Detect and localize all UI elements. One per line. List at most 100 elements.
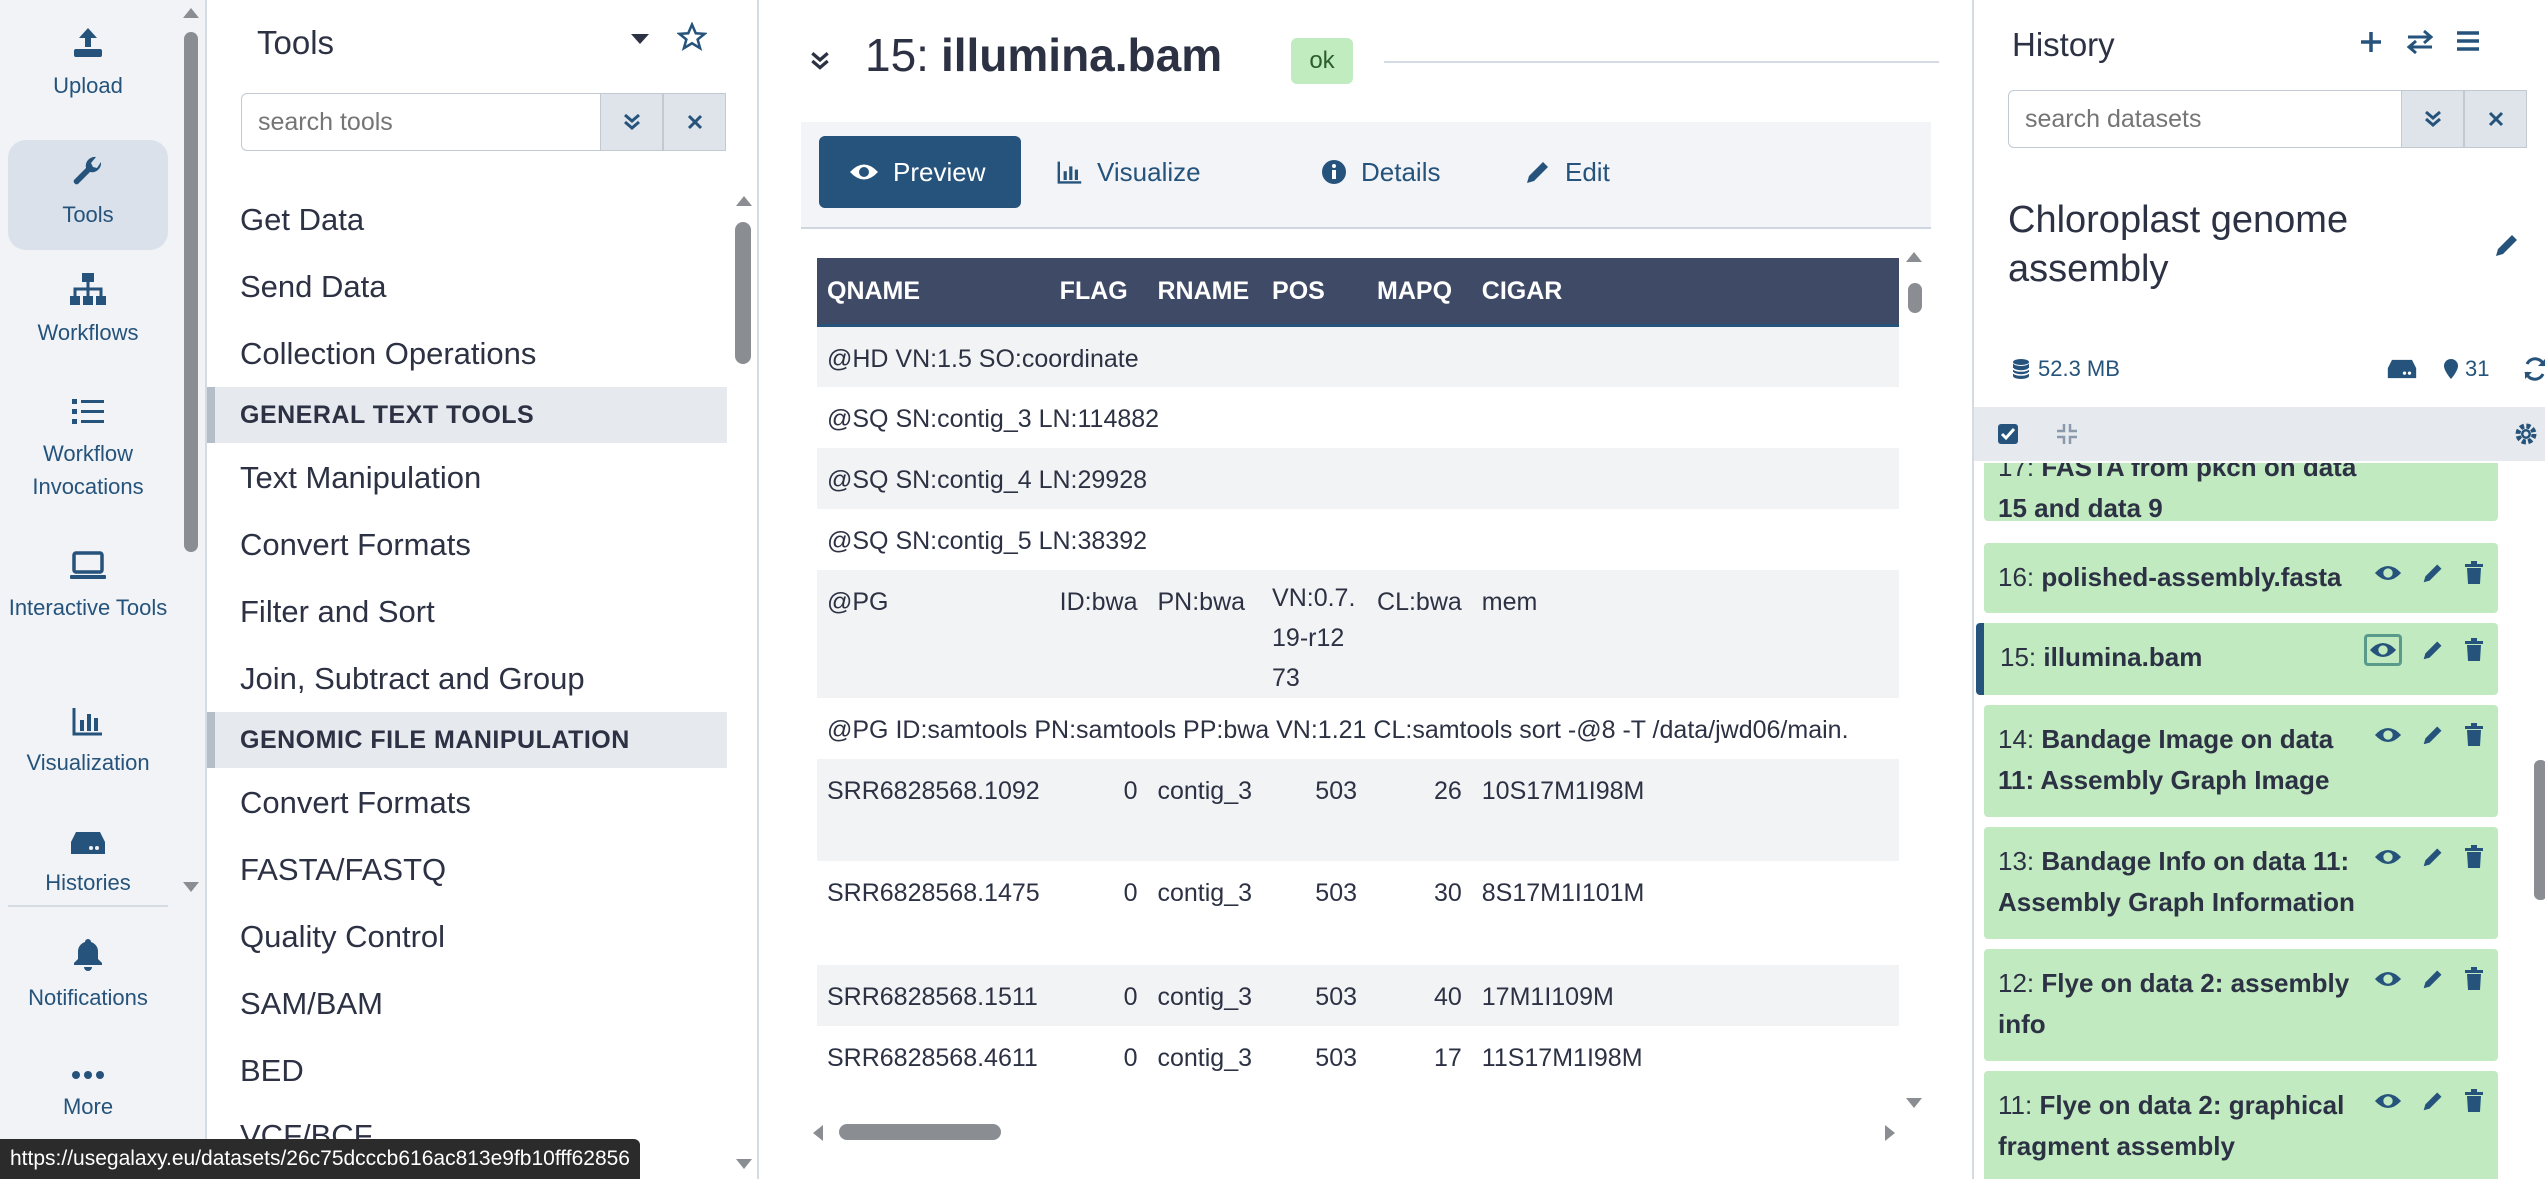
tool-scrollbar-thumb[interactable] [735, 222, 751, 364]
activity-label: Workflows [37, 320, 139, 345]
collapse-icon[interactable] [809, 50, 831, 72]
table-scroll-right-arrow[interactable] [1883, 1124, 1897, 1142]
history-search-input[interactable] [2008, 90, 2402, 148]
table-cell: 503 [1262, 1025, 1368, 1087]
hdd-icon[interactable] [2387, 358, 2417, 380]
star-icon[interactable] [677, 22, 707, 52]
history-dataset-item[interactable]: 11: Flye on data 2: graphical fragment a… [1984, 1071, 2498, 1179]
eye-icon[interactable] [2374, 562, 2402, 584]
tool-advanced-search-button[interactable] [600, 93, 663, 151]
table-cell: 17 [1367, 1025, 1472, 1087]
tool-category[interactable]: Convert Formats [240, 785, 471, 821]
activity-scrollbar-thumb[interactable] [184, 32, 198, 552]
tool-category[interactable]: FASTA/FASTQ [240, 852, 446, 888]
table-cell: 26 [1367, 758, 1472, 861]
tool-category[interactable]: SAM/BAM [240, 986, 383, 1022]
pencil-icon[interactable] [2422, 724, 2444, 746]
history-scrollbar-thumb[interactable] [2534, 760, 2545, 900]
tool-clear-search-button[interactable] [663, 93, 726, 151]
tab-preview[interactable]: Preview [819, 136, 1021, 208]
collapse-items-icon[interactable] [2056, 423, 2078, 445]
activity-more[interactable]: More [8, 1070, 168, 1123]
edit-history-icon[interactable] [2494, 232, 2520, 258]
activity-label: Upload [53, 73, 123, 98]
tool-section-header: GENERAL TEXT TOOLS [207, 387, 727, 443]
tool-category[interactable]: Join, Subtract and Group [240, 661, 585, 697]
tool-scroll-up-arrow[interactable] [734, 194, 754, 208]
close-icon [2488, 111, 2503, 127]
scroll-down-arrow[interactable] [181, 880, 201, 894]
eye-icon[interactable] [2374, 1090, 2402, 1112]
wrench-icon [73, 156, 102, 185]
tab-edit[interactable]: Edit [1495, 136, 1640, 208]
select-all-icon[interactable] [1997, 423, 2019, 445]
tool-category[interactable]: Text Manipulation [240, 460, 481, 496]
tab-visualize[interactable]: Visualize [1027, 136, 1231, 208]
history-dataset-item[interactable]: 17: FASTA from pkcn on data 15 and data … [1984, 463, 2498, 523]
pencil-icon[interactable] [2422, 1090, 2444, 1112]
history-dataset-item[interactable]: 14: Bandage Image on data 11: Assembly G… [1984, 705, 2498, 817]
activity-notifications[interactable]: Notifications [8, 937, 168, 1014]
tool-category[interactable]: Quality Control [240, 919, 445, 955]
eye-icon [850, 164, 878, 180]
chart-icon [1057, 161, 1082, 184]
history-dataset-item[interactable]: 16: polished-assembly.fasta [1984, 543, 2498, 613]
gear-icon[interactable] [2514, 422, 2538, 446]
tool-category[interactable]: Send Data [240, 269, 387, 305]
refresh-icon[interactable] [2522, 356, 2545, 382]
activity-upload[interactable]: Upload [8, 25, 168, 102]
tool-category[interactable]: Filter and Sort [240, 594, 435, 630]
eye-icon[interactable] [2374, 724, 2402, 746]
activity-interactive-tools[interactable]: Interactive Tools [8, 551, 168, 624]
trash-icon[interactable] [2464, 723, 2484, 747]
tool-category[interactable]: BED [240, 1053, 304, 1089]
trash-icon[interactable] [2464, 1089, 2484, 1113]
history-size[interactable]: 52.3 MB [2012, 356, 2120, 382]
table-cell: 40 [1367, 964, 1472, 1026]
history-dataset-item[interactable]: 13: Bandage Info on data 11: Assembly Gr… [1984, 827, 2498, 939]
history-clear-search-button[interactable] [2464, 90, 2527, 148]
tool-category[interactable]: Get Data [240, 202, 364, 238]
history-dataset-item-active[interactable]: 15: illumina.bam [1976, 623, 2498, 695]
table-scroll-left-arrow[interactable] [811, 1124, 825, 1142]
caret-down-icon[interactable] [629, 32, 651, 46]
tool-search-input[interactable] [241, 93, 601, 151]
tool-category[interactable]: Convert Formats [240, 527, 471, 563]
activity-workflows[interactable]: Workflows [8, 272, 168, 349]
plus-icon[interactable] [2359, 30, 2383, 54]
activity-visualization[interactable]: Visualization [8, 706, 168, 779]
trash-icon[interactable] [2464, 967, 2484, 991]
table-vertical-scrollbar-thumb[interactable] [1908, 283, 1922, 313]
table-cell: 0 [1049, 758, 1148, 861]
menu-icon[interactable] [2456, 30, 2480, 52]
trash-icon[interactable] [2464, 845, 2484, 869]
table-horizontal-scrollbar-thumb[interactable] [839, 1124, 1001, 1140]
table-scroll-down-arrow[interactable] [1905, 1096, 1923, 1110]
tab-details[interactable]: Details [1291, 136, 1470, 208]
activity-histories[interactable]: Histories [8, 830, 168, 899]
activity-tools[interactable]: Tools [8, 140, 168, 250]
pencil-icon[interactable] [2422, 846, 2444, 868]
activity-workflow-invocations[interactable]: Workflow Invocations [8, 397, 168, 503]
history-advanced-search-button[interactable] [2401, 90, 2464, 148]
eye-button-focused[interactable] [2364, 634, 2402, 666]
eye-icon[interactable] [2374, 846, 2402, 868]
tool-scroll-down-arrow[interactable] [734, 1157, 754, 1171]
history-dataset-count[interactable]: 31 [2443, 356, 2489, 382]
trash-icon[interactable] [2464, 638, 2484, 662]
history-toolbar [1974, 407, 2545, 461]
tool-category[interactable]: Collection Operations [240, 336, 536, 372]
pencil-icon[interactable] [2422, 968, 2444, 990]
dataset-actions [2374, 561, 2484, 585]
switch-history-icon[interactable] [2406, 30, 2434, 54]
table-cell: ID:bwa [1049, 569, 1148, 698]
activity-label: Notifications [28, 985, 148, 1010]
trash-icon[interactable] [2464, 561, 2484, 585]
history-dataset-item[interactable]: 12: Flye on data 2: assembly info [1984, 949, 2498, 1061]
scroll-up-arrow[interactable] [181, 6, 201, 20]
pencil-icon[interactable] [2422, 639, 2444, 661]
eye-icon[interactable] [2374, 968, 2402, 990]
table-scroll-up-arrow[interactable] [1905, 250, 1923, 264]
pencil-icon[interactable] [2422, 562, 2444, 584]
table-row: SRR6828568.1475 0 contig_3 503 30 8S17M1… [817, 860, 1899, 965]
